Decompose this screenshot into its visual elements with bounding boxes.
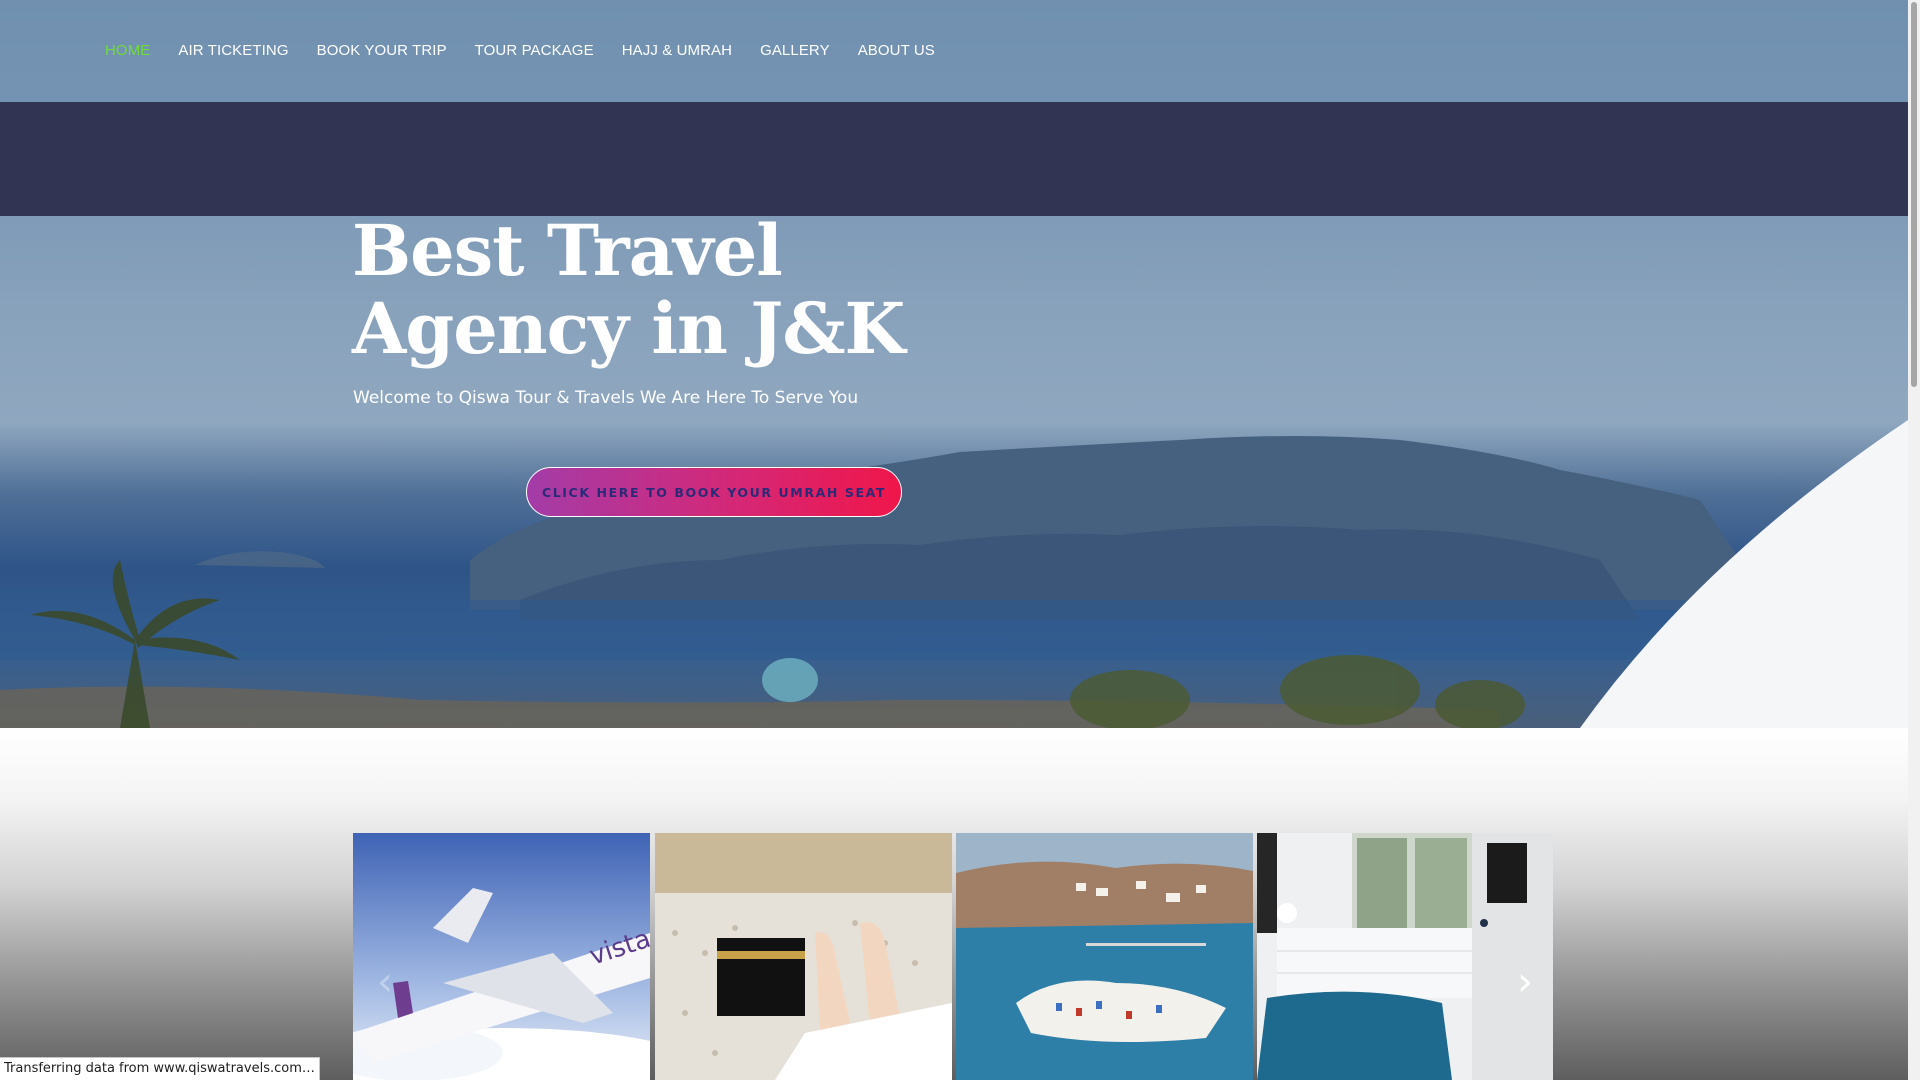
- airplane-image: vista: [353, 833, 650, 1080]
- nav-hajj-umrah[interactable]: HAJJ & UMRAH: [622, 42, 732, 60]
- header-band: [0, 102, 1908, 216]
- airplane-slide[interactable]: vista: [353, 833, 650, 1080]
- hero-title: Best Travel Agency in J&K: [352, 209, 905, 370]
- nav-home[interactable]: HOME: [105, 42, 150, 60]
- page-scrollbar[interactable]: [1908, 0, 1920, 1080]
- hero-section: HOME AIR TICKETING BOOK YOUR TRIP TOUR P…: [0, 0, 1908, 728]
- scrollbar-thumb[interactable]: [1911, 2, 1917, 387]
- kaaba-slide[interactable]: [655, 833, 952, 1080]
- chevron-left-icon[interactable]: ‹: [370, 960, 400, 1004]
- coastal-town-image: [956, 833, 1253, 1080]
- coastal-town-slide[interactable]: [956, 833, 1253, 1080]
- bedroom-image: [1257, 833, 1553, 1080]
- bedroom-slide[interactable]: [1257, 833, 1553, 1080]
- nav-tour-package[interactable]: TOUR PACKAGE: [475, 42, 594, 60]
- nav-book-your-trip[interactable]: BOOK YOUR TRIP: [317, 42, 447, 60]
- book-umrah-seat-button[interactable]: CLICK HERE TO BOOK YOUR UMRAH SEAT: [526, 467, 902, 517]
- nav-air-ticketing[interactable]: AIR TICKETING: [178, 42, 288, 60]
- chevron-right-icon[interactable]: ›: [1510, 960, 1540, 1004]
- nav-gallery[interactable]: GALLERY: [760, 42, 830, 60]
- kaaba-image: [655, 833, 952, 1080]
- top-navigation-bar: HOME AIR TICKETING BOOK YOUR TRIP TOUR P…: [0, 0, 1908, 102]
- browser-status-bar: Transferring data from www.qiswatravels.…: [0, 1057, 320, 1080]
- main-nav: HOME AIR TICKETING BOOK YOUR TRIP TOUR P…: [105, 42, 963, 60]
- image-carousel: vista: [353, 833, 1553, 1080]
- hero-subtitle: Welcome to Qiswa Tour & Travels We Are H…: [353, 388, 859, 408]
- nav-about-us[interactable]: ABOUT US: [858, 42, 935, 60]
